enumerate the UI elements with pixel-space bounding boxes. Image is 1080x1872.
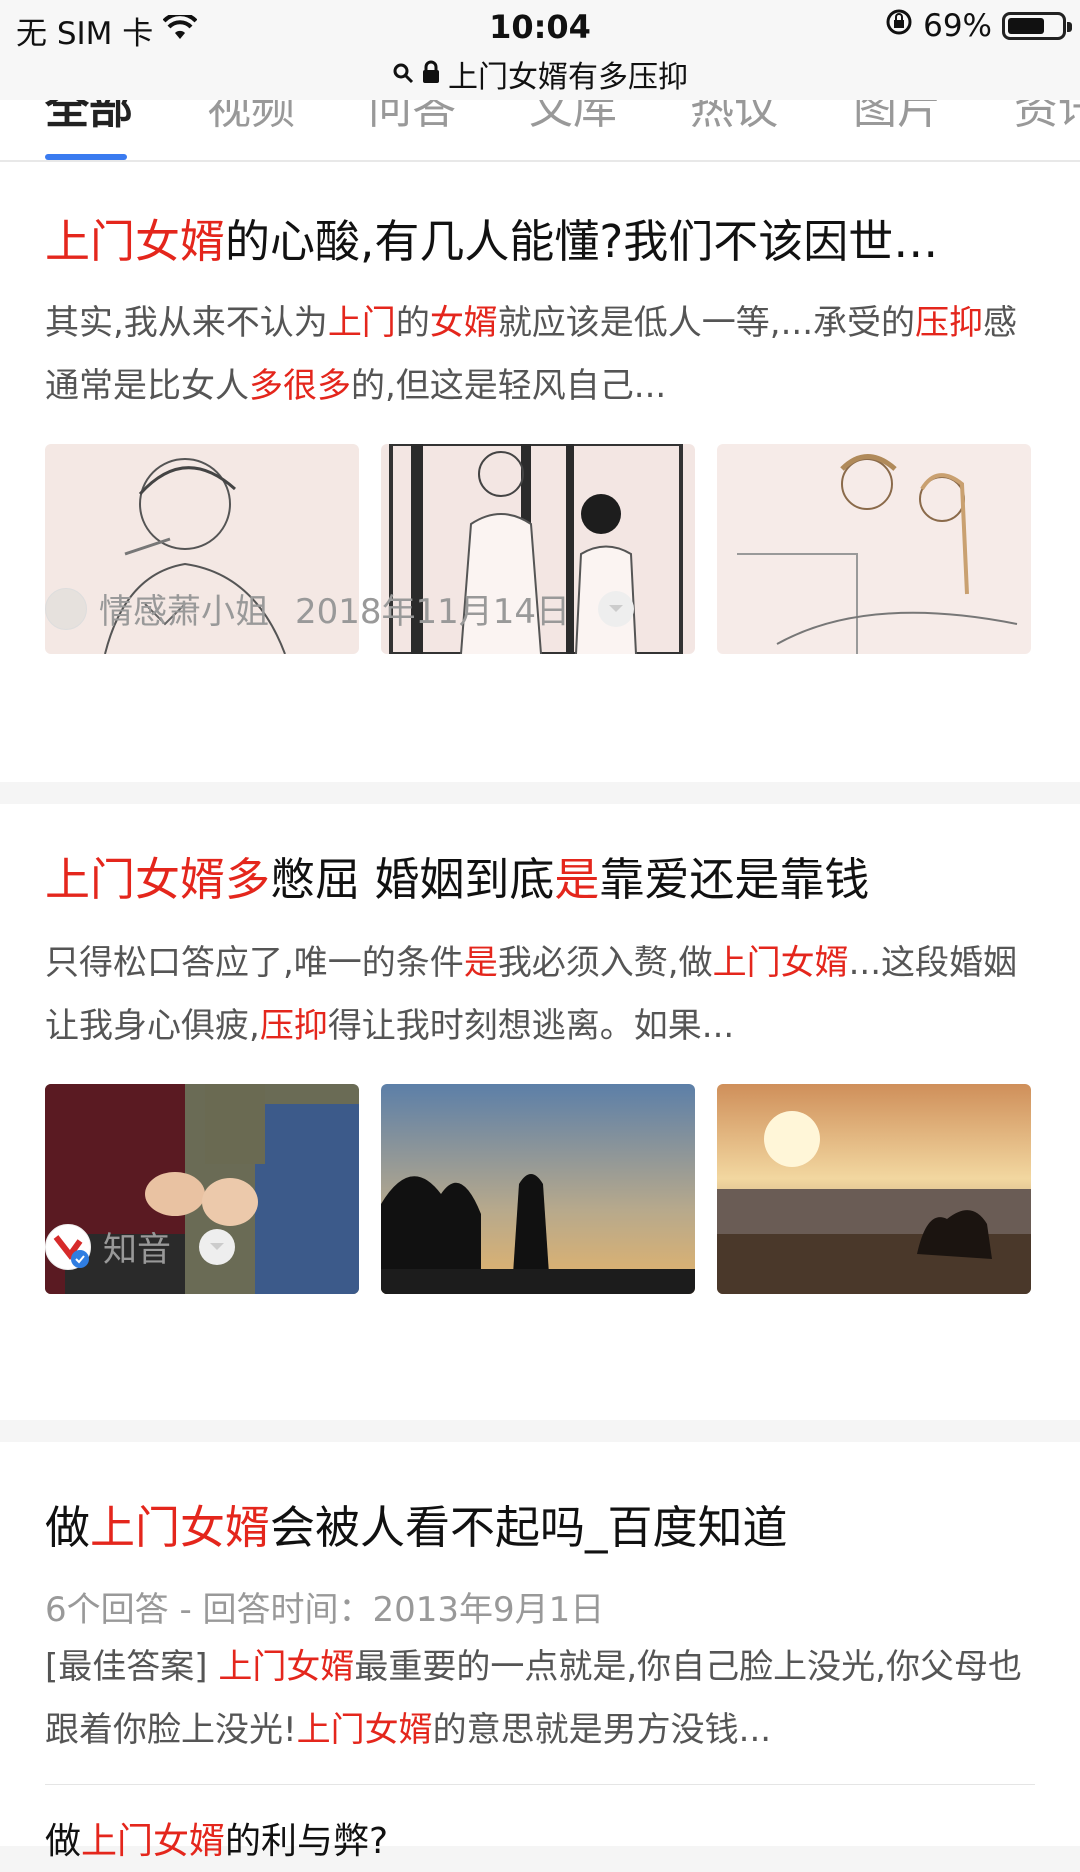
best-answer-snippet: [最佳答案] 上门女婿最重要的一点就是,你自己脸上没光,你父母也跟着你脸上没光!…	[45, 1636, 1025, 1762]
highlighted-keyword: 上门	[327, 303, 396, 343]
author-avatar	[45, 587, 87, 630]
tab-hot[interactable]: 热议	[690, 100, 778, 136]
text-fragment: 只得松口答应了,唯一的条件	[45, 943, 464, 983]
highlighted-keyword: 上门女婿	[81, 1821, 226, 1862]
url-bar[interactable]: 上门女婿有多压抑	[0, 52, 1080, 96]
highlighted-keyword: 上门女婿	[45, 215, 226, 268]
highlighted-keyword: 上门女婿	[296, 1710, 433, 1750]
url-query: 上门女婿有多压抑	[448, 60, 688, 95]
text-fragment: 做	[45, 1821, 82, 1862]
tab-library[interactable]: 文库	[529, 100, 617, 136]
status-bar: 无 SIM 卡 10:04 69% 上门女婿有多压抑	[0, 0, 1080, 101]
text-fragment: 其实,我从来不认为	[45, 303, 328, 343]
text-fragment: 就应该是低人一等,...承受的	[497, 303, 916, 343]
highlighted-keyword: 上门女婿多	[45, 853, 271, 906]
author-name[interactable]: 知音	[103, 1222, 171, 1271]
battery-icon	[1002, 12, 1072, 40]
text-fragment: 我必须入赘,做	[497, 943, 713, 983]
source-logo	[45, 1223, 91, 1270]
highlighted-keyword: 多很多	[249, 366, 351, 406]
highlighted-keyword: 上门女婿	[712, 943, 849, 983]
text-fragment: [最佳答案]	[45, 1647, 219, 1687]
battery-percent: 69%	[923, 8, 992, 44]
highlighted-keyword: 是	[554, 853, 600, 906]
text-fragment: 靠爱还是靠钱	[599, 853, 870, 906]
thumbnail-couple-beach-sunset[interactable]	[717, 1084, 1031, 1294]
highlighted-keyword: 压抑	[259, 1006, 328, 1046]
author-name[interactable]: 情感萧小姐	[99, 584, 269, 633]
tab-video[interactable]: 视频	[207, 100, 295, 136]
verified-badge-icon	[71, 1249, 89, 1268]
highlighted-keyword: 是	[463, 943, 498, 983]
lock-icon	[422, 57, 440, 92]
result-card: 上门女婿的心酸,有几人能懂?我们不该因世… 其实,我从来不认为上门的女婿就应该是…	[0, 162, 1080, 782]
text-fragment: 憋屈 婚姻到底	[270, 853, 555, 906]
result-snippet: 其实,我从来不认为上门的女婿就应该是低人一等,...承受的压抑感通常是比女人多很…	[45, 292, 1025, 418]
text-fragment: 的意思就是男方没钱...	[432, 1710, 772, 1750]
text-fragment: 做	[45, 1501, 91, 1554]
text-fragment: 的心酸,有几人能懂?我们不该因世…	[225, 215, 939, 268]
result-card: 做上门女婿会被人看不起吗_百度知道 6个回答 - 回答时间：2013年9月1日 …	[0, 1442, 1080, 1862]
active-tab-indicator	[45, 154, 127, 160]
thumbnail-sketch-couple-bed[interactable]	[717, 444, 1031, 654]
divider	[45, 1784, 1035, 1785]
text-fragment: 的利与弊?	[225, 1821, 389, 1862]
result-card: 上门女婿多憋屈 婚姻到底是靠爱还是靠钱 只得松口答应了,唯一的条件是我必须入赘,…	[0, 804, 1080, 1420]
highlighted-keyword: 女婿	[429, 303, 498, 343]
chevron-down-icon[interactable]	[598, 590, 635, 627]
status-right: 69%	[885, 8, 1072, 44]
tab-all[interactable]: 全部	[45, 100, 133, 136]
text-fragment: 的	[395, 303, 430, 343]
related-question[interactable]: 做上门女婿的利与弊?	[45, 1812, 1050, 1872]
result-title[interactable]: 上门女婿多憋屈 婚姻到底是靠爱还是靠钱	[45, 850, 1050, 910]
result-title[interactable]: 做上门女婿会被人看不起吗_百度知道	[45, 1498, 1050, 1558]
result-title[interactable]: 上门女婿的心酸,有几人能懂?我们不该因世…	[45, 212, 1050, 272]
highlighted-keyword: 上门女婿	[218, 1647, 355, 1687]
search-icon	[392, 57, 414, 92]
text-fragment: 的,但这是轻风自己...	[351, 366, 667, 406]
result-meta: 知音	[45, 1222, 235, 1271]
tab-news[interactable]: 资讯	[1014, 100, 1080, 136]
tab-images[interactable]: 图片	[853, 100, 941, 136]
rotation-lock-icon	[885, 8, 913, 44]
search-tabs: 全部 视频 问答 文库 热议 图片 资讯	[0, 100, 1080, 162]
text-fragment: 得让我时刻想逃离。如果...	[327, 1006, 735, 1046]
result-snippet: 只得松口答应了,唯一的条件是我必须入赘,做上门女婿...这段婚姻让我身心俱疲,压…	[45, 932, 1025, 1058]
highlighted-keyword: 上门女婿	[90, 1501, 271, 1554]
result-meta: 情感萧小姐 2018年11月14日	[45, 584, 635, 633]
answer-meta: 6个回答 - 回答时间：2013年9月1日	[45, 1590, 605, 1630]
publish-date: 2018年11月14日	[295, 592, 571, 632]
tab-qa[interactable]: 问答	[368, 100, 456, 136]
highlighted-keyword: 压抑	[915, 303, 984, 343]
thumbnail-couple-silhouette-sunset[interactable]	[381, 1084, 695, 1294]
text-fragment: 会被人看不起吗_百度知道	[270, 1501, 788, 1554]
chevron-down-icon[interactable]	[199, 1228, 235, 1265]
